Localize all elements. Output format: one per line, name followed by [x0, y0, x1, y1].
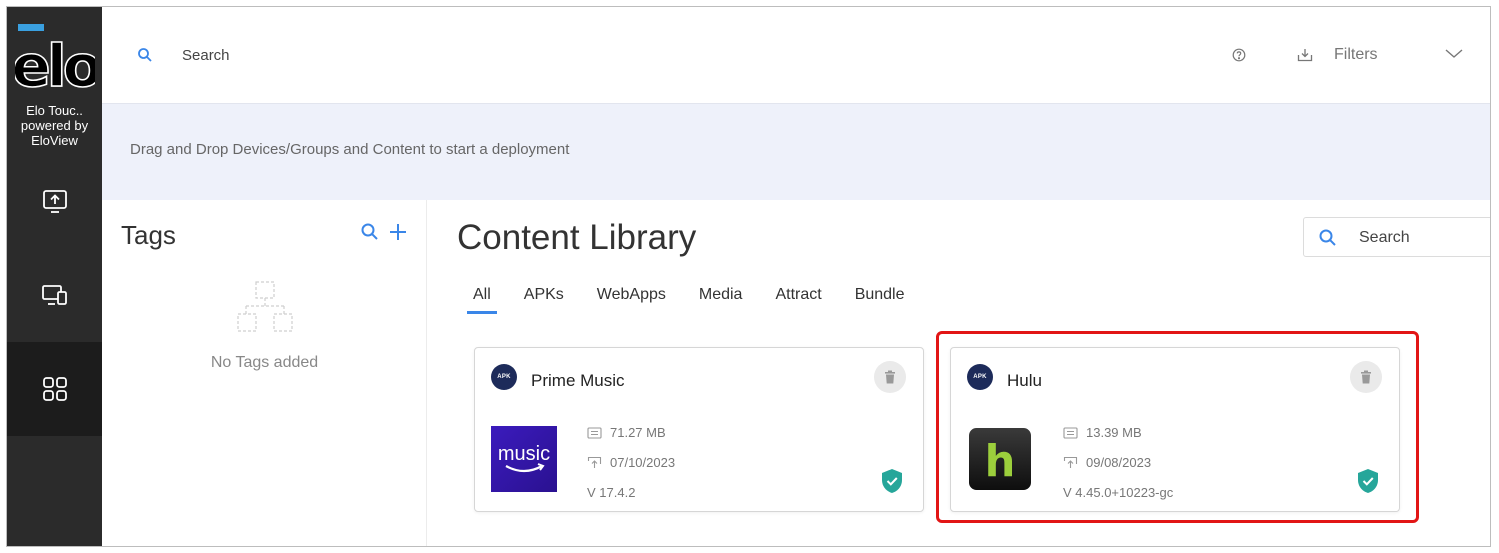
deployment-hint: Drag and Drop Devices/Groups and Content… [130, 141, 570, 158]
amazon-music-wordmark: music [498, 443, 550, 465]
upload-screen-icon [42, 190, 67, 213]
download-icon[interactable] [1297, 48, 1313, 62]
nav-deploy[interactable] [7, 154, 102, 248]
tab-webapps[interactable]: WebApps [597, 286, 666, 312]
apk-badge: APK [491, 364, 517, 390]
tags-panel: Tags No Tags added [102, 200, 427, 546]
app-window: elo Elo Touc.. powered by EloView Search… [6, 6, 1491, 547]
content-card-hulu[interactable]: APK Hulu h 13.39 MB 09/08/2023 V 4.45.0+… [950, 347, 1400, 512]
nav-devices[interactable] [7, 248, 102, 342]
filters-button[interactable]: Filters [1334, 46, 1378, 64]
version: V 4.45.0+10223-gc [1063, 485, 1179, 500]
upload-icon [1063, 456, 1078, 468]
library-search-box[interactable] [1303, 217, 1490, 257]
delete-button[interactable] [1350, 361, 1382, 393]
content-tabs: All APKs WebApps Media Attract Bundle [467, 286, 938, 314]
chevron-down-icon[interactable] [1445, 49, 1463, 59]
tags-title: Tags [121, 220, 176, 250]
trash-icon [885, 370, 895, 384]
file-icon [587, 426, 602, 439]
devices-icon [41, 285, 67, 305]
version-value: V 4.45.0+10223-gc [1063, 485, 1174, 500]
brand-line-2: powered by [20, 118, 89, 133]
tag-hierarchy-icon [237, 281, 293, 332]
card-title: Hulu [1007, 371, 1042, 390]
tags-empty-message: No Tags added [210, 354, 319, 371]
content-card-prime-music[interactable]: APK Prime Music music 71.27 MB 07/10/202… [474, 347, 924, 512]
file-size-value: 13.39 MB [1086, 425, 1142, 440]
version: V 17.4.2 [587, 485, 635, 500]
global-search-input[interactable] [182, 47, 582, 64]
search-icon[interactable] [360, 222, 380, 242]
grid-icon [42, 377, 67, 401]
verified-shield-icon [1358, 469, 1378, 493]
tab-attract[interactable]: Attract [775, 286, 821, 312]
deployment-drop-zone[interactable]: Drag and Drop Devices/Groups and Content… [102, 104, 1490, 200]
hulu-icon: h [969, 428, 1031, 490]
upload-date: 07/10/2023 [587, 455, 675, 470]
library-search-input[interactable] [1359, 229, 1489, 247]
upload-icon [587, 456, 602, 468]
file-size-value: 71.27 MB [610, 425, 666, 440]
brand-text: Elo Touc.. powered by EloView [7, 103, 102, 148]
content-library: Content Library All APKs WebApps Media A… [428, 200, 1490, 546]
tab-media[interactable]: Media [699, 286, 743, 312]
add-icon[interactable] [388, 222, 408, 242]
svg-text:elo: elo [15, 32, 95, 90]
card-title: Prime Music [531, 371, 625, 390]
file-size: 13.39 MB [1063, 425, 1142, 440]
nav-content[interactable] [7, 342, 102, 436]
file-icon [1063, 426, 1078, 439]
brand-line-3: EloView [31, 133, 78, 148]
search-icon[interactable] [1318, 228, 1338, 248]
upload-date-value: 09/08/2023 [1086, 455, 1152, 470]
tab-all[interactable]: All [467, 286, 497, 314]
brand-line-1: Elo Touc.. [26, 103, 83, 118]
amazon-music-icon: music [491, 426, 557, 492]
delete-button[interactable] [874, 361, 906, 393]
version-value: V 17.4.2 [587, 485, 636, 500]
search-icon[interactable] [137, 47, 153, 63]
verified-shield-icon [882, 469, 902, 493]
upload-date: 09/08/2023 [1063, 455, 1151, 470]
upload-date-value: 07/10/2023 [610, 455, 676, 470]
help-icon[interactable] [1232, 48, 1246, 62]
tab-apks[interactable]: APKs [524, 286, 564, 312]
apk-badge: APK [967, 364, 993, 390]
page-title: Content Library [457, 218, 697, 257]
file-size: 71.27 MB [587, 425, 666, 440]
top-bar: Filters [102, 7, 1490, 104]
tab-bundle[interactable]: Bundle [855, 286, 905, 312]
trash-icon [1361, 370, 1371, 384]
sidebar: elo Elo Touc.. powered by EloView [7, 7, 102, 546]
elo-logo: elo [15, 24, 95, 90]
hulu-letter: h [985, 437, 1016, 487]
